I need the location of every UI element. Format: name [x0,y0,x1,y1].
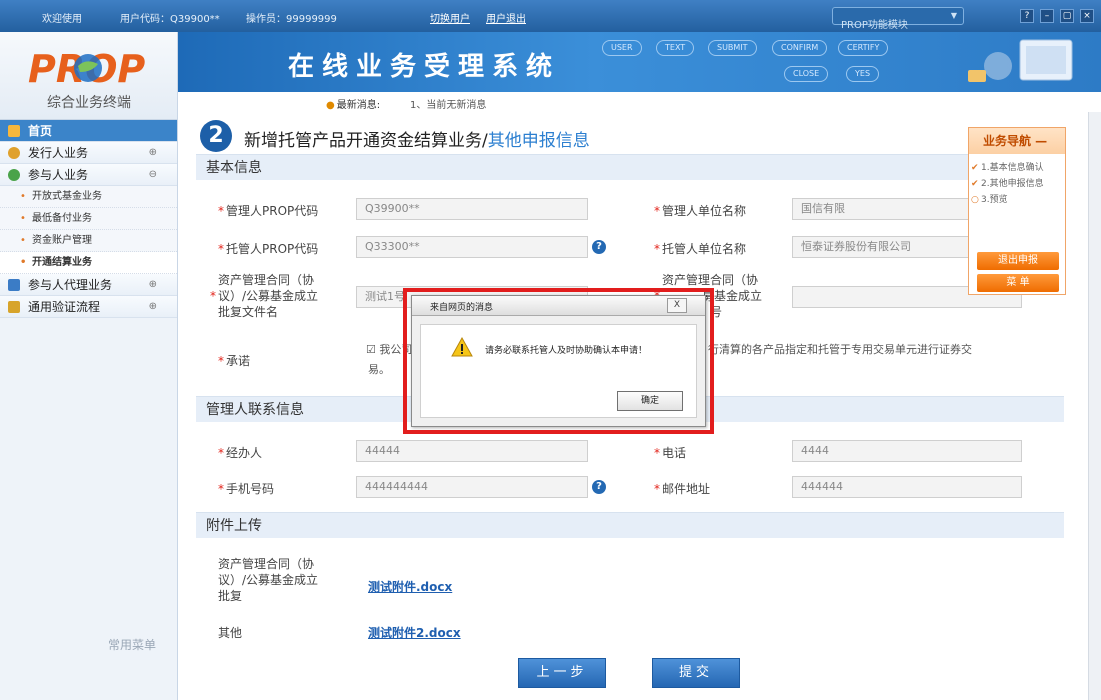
manager-code-label: * 管理人PROP代码 [218,204,319,218]
computer-illustration-icon [968,39,1073,82]
highlight-box [403,288,714,434]
phone-label: * 电话 [654,446,687,460]
manager-name-label: * 管理人单位名称 [654,204,747,218]
common-menu[interactable]: 常用菜单 [108,636,156,653]
sidebar-subitem-2[interactable]: 最低备付业务 [0,208,177,230]
flow-step: TEXT [656,40,695,56]
section-basic-info: 基本信息 [196,154,1064,180]
help-icon[interactable]: ? [592,480,606,494]
user-code: 用户代码：Q39900** [120,14,220,25]
custodian-name-label: * 托管人单位名称 [654,242,747,256]
logout-link[interactable]: 用户退出 [486,10,526,25]
attachment-file-link[interactable]: 测试附件.docx [368,578,452,595]
sidebar-item-participant[interactable]: 参与人业务 ⊖ [0,164,177,186]
collapse-icon[interactable]: ⊖ [149,164,157,186]
flow-step: CERTIFY [838,40,889,56]
operator: 操作员：99999999 [246,14,337,25]
sidebar-item-verify[interactable]: 通用验证流程 ⊕ [0,296,177,318]
title-accent: 其他申报信息 [487,131,590,151]
attachment-label: 资产管理合同（协 议）/公募基金成立 批复 [218,557,319,603]
expand-icon[interactable]: ⊕ [149,296,157,318]
news-bar: 最新消息: 1、当前无新消息 [178,92,1101,112]
submit-button[interactable]: 提交 [652,658,740,688]
close-window-icon[interactable]: × [1080,9,1094,23]
nav-step-3[interactable]: ○ 3.预览 [969,192,1065,208]
sidebar-subitem-fund-account[interactable]: 资金账户管理 [0,230,177,252]
system-title: 在线业务受理系统 [288,52,561,82]
step-number-icon: 2 [200,120,232,152]
logo-area: PROP 综合业务终端 [0,32,177,120]
exit-apply-button[interactable]: 退出申报 [977,252,1059,270]
scrollbar[interactable] [1088,112,1101,700]
phone-field[interactable]: 4444 [792,440,1022,462]
other-file-link[interactable]: 测试附件2.docx [368,624,461,641]
help-window-icon[interactable]: ? [1020,9,1034,23]
contract-doc-label: 资产管理合同（协 * 议）/公募基金成立 批复文件名 [210,273,319,319]
sidebar-item-label: 参与人代理业务 [28,278,113,292]
email-field[interactable]: 444444 [792,476,1022,498]
maximize-icon[interactable]: ▢ [1060,9,1074,23]
nav-step-1[interactable]: ✔ 1.基本信息确认 [969,160,1065,176]
title-main: 新增托管产品开通资金结算业务/ [244,131,488,151]
handler-field[interactable]: 44444 [356,440,588,462]
header-banner: 在线业务受理系统 USER TEXT SUBMIT CONFIRM CERTIF… [178,32,1101,92]
sidebar-item-label: 参与人业务 [28,168,89,182]
prev-button[interactable]: 上一步 [518,658,606,688]
grid-icon [8,301,20,313]
top-bar: 欢迎使用 用户代码：Q39900** 操作员：99999999 切换用户 用户退… [0,0,1101,32]
module-select[interactable]: PROP功能模块 ▼ [832,7,964,31]
news-message[interactable]: 1、当前无新消息 [410,96,486,111]
sidebar-item-issuer[interactable]: 发行人业务 ⊕ [0,142,177,164]
sidebar-item-home[interactable]: 首页 [0,120,177,142]
sidebar: PROP 综合业务终端 首页 发行人业务 ⊕ 参与人业务 ⊖ 开放式基金业务 最… [0,32,178,700]
flow-step: USER [602,40,642,56]
prop-logo: PROP [28,47,145,90]
flow-step: CONFIRM [772,40,828,56]
logo-subtitle: 综合业务终端 [47,95,131,111]
monitor-icon [8,279,20,291]
expand-icon[interactable]: ⊕ [149,142,157,164]
sidebar-item-label: 发行人业务 [28,146,89,160]
section-attachments: 附件上传 [196,512,1064,538]
users-icon [8,169,20,181]
sidebar-item-label: 通用验证流程 [28,300,101,314]
chevron-down-icon: ▼ [950,11,957,20]
business-nav-panel: 业务导航 — ✔ 1.基本信息确认 ✔ 2.其他申报信息 ○ 3.预览 退出申报 菜 … [968,127,1066,295]
handler-label: * 经办人 [218,446,263,460]
circle-icon: ○ [971,195,979,205]
custodian-code-field[interactable]: Q33300** [356,236,588,258]
business-nav-title[interactable]: 业务导航 — [969,128,1065,154]
flow-step: SUBMIT [708,40,757,56]
flow-step: YES [846,66,880,82]
check-icon: ✔ [971,163,979,173]
promise-text-end: 易。 [368,363,390,376]
mobile-label: * 手机号码 [218,482,275,496]
promise-label: * 承诺 [218,354,251,368]
switch-user-link[interactable]: 切换用户 [430,10,470,25]
expand-icon[interactable]: ⊕ [149,274,157,296]
menu-button[interactable]: 菜 单 [977,274,1059,292]
manager-code-field[interactable]: Q39900** [356,198,588,220]
welcome-text: 欢迎使用 [42,14,82,25]
email-label: * 邮件地址 [654,482,711,496]
sidebar-item-agent[interactable]: 参与人代理业务 ⊕ [0,274,177,296]
home-icon [8,125,20,137]
other-label: 其他 [218,626,243,640]
user-icon [8,147,20,159]
minimize-icon[interactable]: – [1040,9,1054,23]
sidebar-subitem-settlement[interactable]: 开通结算业务 [0,252,177,274]
mobile-field[interactable]: 444444444 [356,476,588,498]
promise-text: 行清算的各产品指定和托管于专用交易单元进行证券交 [708,343,972,356]
help-icon[interactable]: ? [592,240,606,254]
garbled-subitem-text: 最低备付业务 [32,213,92,224]
sidebar-subitem-open-fund[interactable]: 开放式基金业务 [0,186,177,208]
page-title-text: 新增托管产品开通资金结算业务/其他申报信息 [244,126,590,151]
nav-step-2[interactable]: ✔ 2.其他申报信息 [969,176,1065,192]
custodian-code-label: * 托管人PROP代码 [218,242,319,256]
check-icon: ✔ [971,179,979,189]
flow-step: CLOSE [784,66,829,82]
sidebar-item-label: 首页 [28,124,53,138]
news-label: 最新消息: [326,96,380,111]
